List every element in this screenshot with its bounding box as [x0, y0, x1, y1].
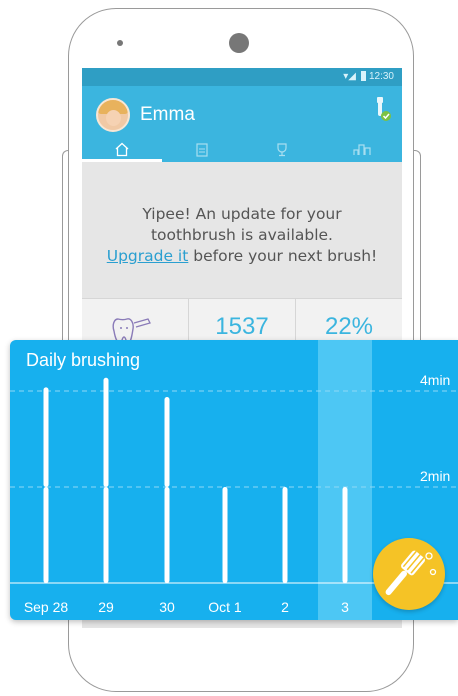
notice-line-3: Upgrade it before your next brush! [82, 246, 402, 267]
home-icon [115, 142, 129, 156]
tab-home[interactable] [82, 136, 162, 162]
signal-icon: ▾◢ [343, 71, 356, 82]
tab-stats[interactable] [322, 136, 402, 162]
tab-bar [82, 136, 402, 162]
bar-chart-icon [353, 144, 371, 155]
notice-line-1: Yipee! An update for your [142, 205, 342, 223]
trophy-icon [277, 142, 287, 156]
toothbrush-connected-icon[interactable] [372, 96, 392, 124]
tab-trophies[interactable] [242, 136, 322, 162]
battery-icon [361, 71, 366, 81]
notice-line-3-rest: before your next brush! [188, 247, 378, 265]
bar-3-session-1 [342, 487, 348, 583]
status-bar: ▾◢ 12:30 [82, 68, 402, 86]
brush-now-button[interactable] [373, 538, 445, 610]
phone-sensor [117, 40, 123, 46]
bar-29-session-2 [103, 377, 109, 487]
y-tick-label: 4min [420, 372, 450, 388]
bar-30-session-1 [164, 487, 170, 583]
bar-sep-28-session-2 [43, 387, 49, 487]
bar-2-session-1 [282, 487, 288, 583]
bar-oct-1-session-1 [222, 487, 228, 583]
update-notice: Yipee! An update for your toothbrush is … [82, 162, 402, 298]
clipboard-icon [196, 142, 208, 157]
x-tick-label: Oct 1 [208, 599, 242, 615]
status-time: 12:30 [368, 71, 394, 82]
app-header: Emma [82, 86, 402, 162]
phone-camera [229, 33, 249, 53]
toothbrush-icon [385, 550, 437, 596]
tab-journal[interactable] [162, 136, 242, 162]
bar-sep-28-session-1 [43, 487, 49, 583]
bar-30-session-2 [164, 397, 170, 487]
x-tick-label: 30 [159, 599, 175, 615]
y-tick-label: 2min [420, 468, 450, 484]
avatar[interactable] [96, 98, 130, 132]
x-tick-label: 2 [281, 599, 289, 615]
upgrade-link[interactable]: Upgrade it [107, 247, 189, 265]
user-name: Emma [140, 104, 195, 125]
x-tick-label: Sep 28 [24, 599, 69, 615]
notice-line-2: toothbrush is available. [150, 226, 333, 244]
daily-brushing-card[interactable]: Daily brushing 2min 4min Sep 28 29 30 Oct 123 [10, 340, 458, 620]
x-tick-label: 3 [341, 599, 349, 615]
bar-29-session-1 [103, 487, 109, 583]
x-tick-label: 29 [98, 599, 114, 615]
